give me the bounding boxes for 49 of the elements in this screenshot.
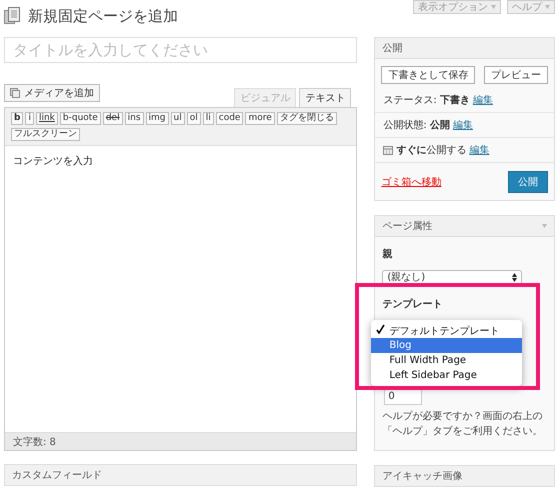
help-text: ヘルプが必要ですか？画面の右上の「ヘルプ」タブをご利用ください。 <box>381 410 544 439</box>
publish-info: 公開状態: 公開 <box>383 118 450 132</box>
publish-button[interactable]: 公開 <box>508 171 548 193</box>
trash-link[interactable]: ゴミ箱へ移動 <box>381 175 442 189</box>
editor-content: コンテンツを入力 <box>13 156 93 167</box>
dropdown-option[interactable]: デフォルトテンプレート <box>371 323 522 338</box>
caret-icon[interactable] <box>542 224 547 228</box>
dropdown-option[interactable]: Full Width Page <box>371 353 522 368</box>
editor-tab[interactable]: テキスト <box>299 88 352 107</box>
check-icon <box>376 324 385 334</box>
media-icon <box>10 88 20 98</box>
toolbar-button[interactable]: link <box>36 112 58 125</box>
toolbar-button[interactable]: more <box>245 112 275 125</box>
dropdown-option[interactable]: Blog <box>371 338 522 353</box>
add-media-button[interactable]: メディアを追加 <box>4 84 100 102</box>
updown-arrows-icon <box>512 273 518 282</box>
secondary-button[interactable]: プレビュー <box>484 66 548 84</box>
edit-link[interactable]: 編集 <box>472 93 493 107</box>
caret-icon <box>491 5 496 9</box>
toolbar-button[interactable]: b <box>11 112 24 125</box>
order-field[interactable]: 0 <box>384 389 422 405</box>
page-title: 新規固定ページを追加 <box>28 6 178 26</box>
toolbar-button[interactable]: タグを閉じる <box>276 112 337 125</box>
toolbar-button[interactable]: img <box>146 112 168 125</box>
box-title: アイキャッチ画像 <box>382 470 462 483</box>
pages-icon <box>4 7 20 25</box>
box-title: カスタムフィールド <box>12 469 102 482</box>
toolbar-button[interactable]: b-quote <box>60 112 101 125</box>
toolbar-button[interactable]: del <box>102 112 123 125</box>
box-title: 公開 <box>382 42 402 55</box>
edit-link[interactable]: 編集 <box>452 118 473 132</box>
publish-info: ステータス: 下書き <box>383 94 470 107</box>
box-title: ページ属性 <box>382 220 432 233</box>
publish-info: すぐに公開する <box>396 144 466 157</box>
secondary-button[interactable]: 下書きとして保存 <box>381 66 476 84</box>
toolbar-button[interactable]: code <box>216 112 244 125</box>
toolbar-button[interactable]: ins <box>124 112 144 125</box>
calendar-icon <box>383 145 394 155</box>
field-label: 親 <box>381 248 394 261</box>
toolbar-button[interactable]: ul <box>170 112 185 125</box>
dropdown-option[interactable]: Left Sidebar Page <box>371 368 522 383</box>
toolbar-button[interactable]: i <box>25 112 34 125</box>
caret-icon <box>545 5 550 9</box>
toolbar-button[interactable]: li <box>202 112 214 125</box>
edit-link[interactable]: 編集 <box>469 143 490 157</box>
field-label: テンプレート <box>381 297 444 311</box>
word-count: 文字数: 8 <box>13 436 56 448</box>
toolbar-button[interactable]: ol <box>186 112 201 125</box>
toolbar-button[interactable]: フルスクリーン <box>11 128 80 141</box>
